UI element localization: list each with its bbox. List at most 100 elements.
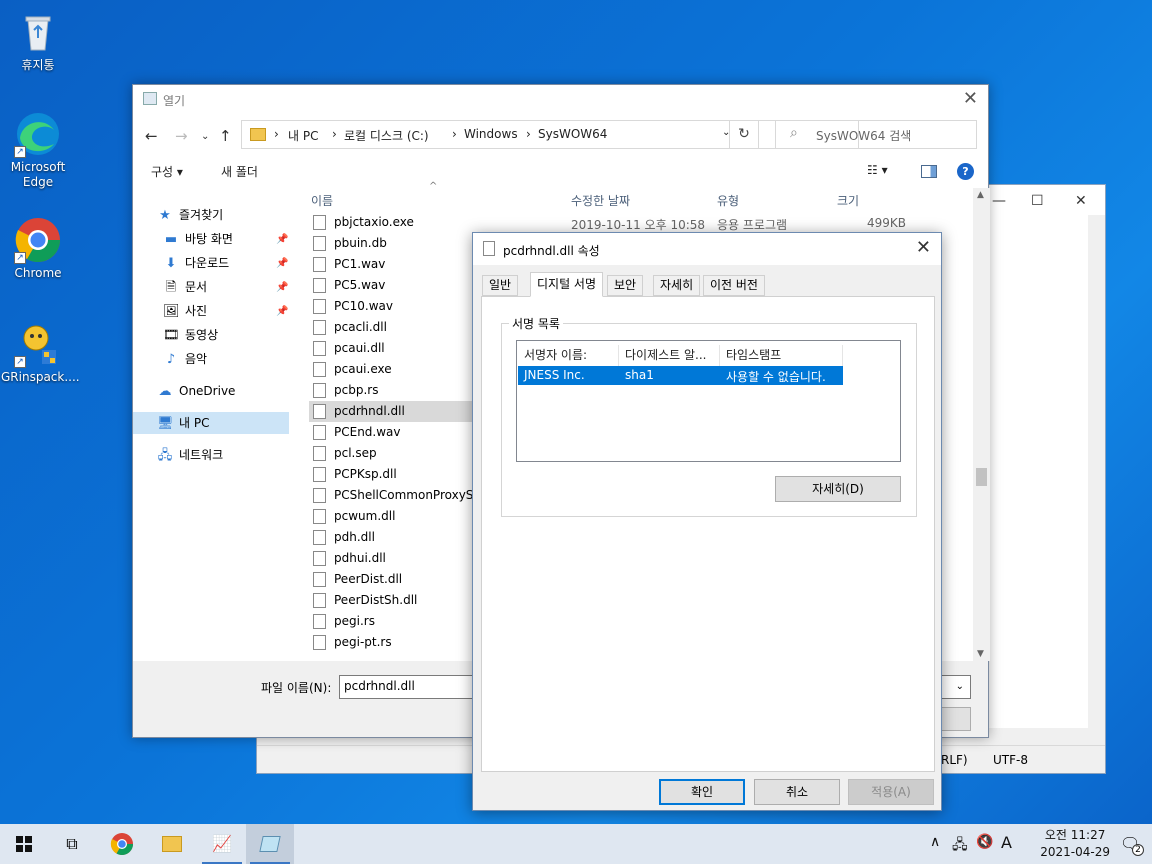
column-header-size[interactable]: 크기 [837, 192, 859, 209]
nav-desktop[interactable]: ▬ 바탕 화면 [163, 228, 233, 250]
signer-name-header[interactable]: 서명자 이름: [518, 345, 619, 366]
close-icon[interactable]: ✕ [1075, 193, 1087, 209]
exe-file-icon [313, 215, 326, 230]
nav-documents[interactable]: 🗎 문서 [163, 276, 207, 298]
minimize-icon[interactable]: — [992, 193, 1006, 209]
scrollbar-thumb[interactable] [976, 468, 987, 486]
close-icon[interactable]: ✕ [916, 237, 931, 258]
signature-row-selected[interactable]: JNESS Inc. sha1 사용할 수 없습니다. [518, 366, 843, 385]
shortcut-arrow-icon: ↗ [14, 146, 26, 158]
preview-pane-icon[interactable] [921, 165, 937, 178]
nav-pictures[interactable]: 🖼 사진 [163, 300, 207, 322]
volume-muted-icon[interactable]: 🔇 [976, 834, 993, 850]
pin-icon[interactable]: 📌 [276, 234, 288, 245]
chrome-icon: ↗ [14, 216, 62, 264]
desktop-icon-edge[interactable]: ↗ Microsoft Edge [1, 110, 75, 190]
file-list-item[interactable]: pbjctaxio.exe [309, 212, 609, 233]
new-folder-button[interactable]: 새 폴더 [221, 163, 258, 180]
pin-icon[interactable]: 📌 [276, 282, 288, 293]
breadcrumb-separator-icon: › [274, 127, 279, 141]
scroll-up-icon[interactable]: ▲ [977, 190, 984, 200]
computer-icon: 🖥 [157, 416, 174, 431]
column-header-name[interactable]: 이름 [311, 192, 333, 209]
properties-dialog[interactable]: pcdrhndl.dll 속성 ✕ 일반 디지털 서명 보안 자세히 이전 버전… [472, 232, 942, 811]
clock[interactable]: 오전 11:27 2021-04-29 [1040, 827, 1110, 861]
wav-file-icon [313, 299, 326, 314]
edge-icon: ↗ [14, 110, 62, 158]
ok-button[interactable]: 확인 [659, 779, 745, 805]
nav-onedrive[interactable]: ☁ OneDrive [157, 380, 236, 402]
forward-arrow-icon[interactable]: → [175, 127, 188, 145]
properties-titlebar[interactable]: pcdrhndl.dll 속성 ✕ [473, 233, 941, 265]
scroll-down-icon[interactable]: ▼ [977, 649, 984, 659]
taskbar-chrome[interactable] [98, 824, 146, 864]
refresh-button[interactable]: ↻ [729, 120, 759, 149]
close-icon[interactable]: ✕ [963, 88, 978, 109]
apply-button[interactable]: 적용(A) [848, 779, 934, 805]
shortcut-arrow-icon: ↗ [14, 252, 26, 264]
nav-this-pc[interactable]: 🖥 내 PC [133, 412, 289, 434]
nav-quick-access[interactable]: ★ 즐겨찾기 [157, 204, 223, 226]
file-type-dropdown[interactable]: ⌄ [937, 675, 971, 699]
column-header-modified[interactable]: 수정한 날짜 [571, 192, 630, 209]
back-arrow-icon[interactable]: ← [145, 127, 158, 145]
signature-list-group: 서명 목록 서명자 이름: 다이제스트 알... 타임스탬프 JNESS Inc… [501, 315, 917, 517]
taskbar-file-explorer[interactable] [148, 824, 196, 864]
status-encoding: UTF-8 [993, 753, 1028, 767]
nav-music[interactable]: ♪ 음악 [163, 348, 207, 370]
file-list-scrollbar[interactable]: ▲ ▼ [973, 188, 990, 661]
monitor-chart-icon: 📈 [212, 834, 232, 853]
view-options-icon[interactable]: ☷ ▾ [867, 163, 888, 177]
network-icon[interactable]: 🖧 [952, 834, 968, 858]
windows-logo-icon [16, 836, 32, 852]
dll-file-icon [483, 241, 495, 256]
open-button[interactable] [937, 707, 971, 731]
dll-file-icon [313, 572, 326, 587]
nav-videos[interactable]: 🎞 동영상 [163, 324, 218, 346]
breadcrumb-this-pc[interactable]: 내 PC [288, 127, 318, 144]
navigation-pane[interactable]: ★ 즐겨찾기 ▬ 바탕 화면 📌 ⬇ 다운로드 📌 🗎 문서 📌 🖼 사진 📌 🎞 동영상 … [133, 188, 303, 668]
show-hidden-icons-chevron-icon[interactable]: ∧ [930, 834, 940, 850]
maximize-icon[interactable]: ☐ [1031, 193, 1044, 209]
breadcrumb-syswow64[interactable]: SysWOW64 [538, 127, 607, 141]
signature-list[interactable]: 서명자 이름: 다이제스트 알... 타임스탬프 JNESS Inc. sha1… [516, 340, 901, 462]
dll-file-icon [313, 509, 326, 524]
notification-center-button[interactable]: 🗨 2 [1120, 834, 1144, 856]
tab-details[interactable]: 자세히 [653, 275, 701, 296]
digest-algorithm-header[interactable]: 다이제스트 알... [619, 345, 720, 366]
recent-locations-chevron-icon[interactable]: ⌄ [201, 131, 209, 142]
tab-digital-signatures[interactable]: 디지털 서명 [530, 272, 604, 297]
file-icon [313, 614, 326, 629]
filename-input[interactable]: pcdrhndl.dll [339, 675, 473, 699]
help-icon[interactable]: ? [957, 163, 974, 180]
up-arrow-icon[interactable]: ↑ [219, 127, 232, 145]
nav-network[interactable]: 🖧 네트워크 [157, 444, 223, 466]
address-bar[interactable]: › 내 PC › 로컬 디스크 (C:) › Windows › SysWOW6… [241, 120, 859, 149]
tab-security[interactable]: 보안 [607, 275, 644, 296]
desktop-icon-chrome[interactable]: ↗ Chrome [1, 216, 75, 281]
taskbar-notepad[interactable] [246, 824, 294, 864]
notepad-vertical-scrollbar[interactable] [1088, 215, 1105, 755]
dll-file-icon [313, 404, 326, 419]
tab-general[interactable]: 일반 [482, 275, 519, 296]
details-button[interactable]: 자세히(D) [775, 476, 901, 502]
organize-button[interactable]: 구성 ▾ [151, 163, 183, 180]
task-view-button[interactable]: ⧉ [48, 824, 96, 864]
desktop-icon-grinspack[interactable]: ↗ GRinspack.... [1, 320, 80, 385]
column-header-type[interactable]: 유형 [717, 192, 739, 209]
cancel-button[interactable]: 취소 [754, 779, 840, 805]
pin-icon[interactable]: 📌 [276, 258, 288, 269]
breadcrumb-local-disk[interactable]: 로컬 디스크 (C:) [344, 127, 429, 144]
start-button[interactable] [0, 824, 48, 864]
pin-icon[interactable]: 📌 [276, 306, 288, 317]
tab-previous-versions[interactable]: 이전 버전 [703, 275, 765, 296]
dll-file-icon [313, 530, 326, 545]
nav-downloads[interactable]: ⬇ 다운로드 [163, 252, 230, 274]
ime-indicator[interactable]: A [1001, 833, 1012, 852]
search-box[interactable]: ⌕ SysWOW64 검색 [775, 120, 977, 149]
timestamp-header[interactable]: 타임스탬프 [720, 345, 843, 366]
desktop-icon-recycle-bin[interactable]: 휴지통 [1, 8, 75, 73]
clock-time: 오전 11:27 [1044, 828, 1106, 842]
breadcrumb-windows[interactable]: Windows [464, 127, 518, 141]
taskbar-performance-monitor[interactable]: 📈 [198, 824, 246, 864]
